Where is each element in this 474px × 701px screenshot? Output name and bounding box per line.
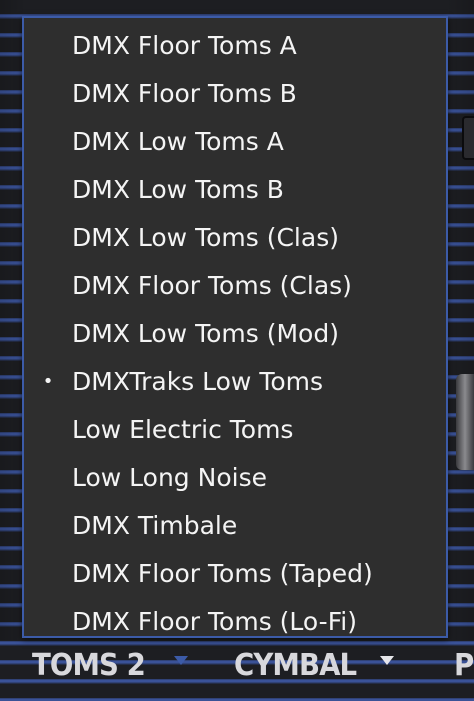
dropdown-menu-item[interactable]: DMX Floor Toms (Lo-Fi): [24, 598, 446, 646]
dropdown-menu-item-label: DMX Floor Toms B: [72, 79, 297, 108]
edge-knob[interactable]: [456, 374, 474, 470]
dropdown-menu-item-label: DMX Low Toms (Mod): [72, 319, 339, 348]
dropdown-menu-item-label: DMX Timbale: [72, 511, 238, 540]
dropdown-menu-item-label: DMX Floor Toms (Lo-Fi): [72, 607, 357, 636]
dropdown-menu-item[interactable]: Low Electric Toms: [24, 406, 446, 454]
dropdown-menu-item[interactable]: Low Long Noise: [24, 454, 446, 502]
dropdown-menu-item[interactable]: DMX Low Toms (Clas): [24, 214, 446, 262]
cymbal-dropdown-arrow-icon[interactable]: [380, 656, 394, 665]
partial-selector-label[interactable]: P: [454, 648, 474, 683]
dropdown-menu-item[interactable]: DMX Floor Toms B: [24, 70, 446, 118]
edge-button[interactable]: [462, 116, 474, 160]
dropdown-menu-item-label: DMX Low Toms (Clas): [72, 223, 339, 252]
dropdown-menu-item[interactable]: DMX Floor Toms (Taped): [24, 550, 446, 598]
sample-dropdown-menu: DMX Floor Toms A DMX Floor Toms B DMX Low …: [22, 16, 448, 638]
dropdown-menu-item[interactable]: • DMXTraks Low Toms: [24, 358, 446, 406]
dropdown-menu-item[interactable]: DMX Floor Toms (Clas): [24, 262, 446, 310]
toms2-selector-label[interactable]: TOMS 2: [32, 648, 146, 683]
dropdown-menu-item-label: DMXTraks Low Toms: [72, 367, 324, 396]
selected-bullet-icon: •: [42, 371, 54, 392]
dropdown-menu-item[interactable]: DMX Floor Toms A: [24, 22, 446, 70]
panel-shade-right: [446, 0, 474, 640]
dropdown-menu-item[interactable]: DMX Low Toms A: [24, 118, 446, 166]
dropdown-menu-item-label: DMX Floor Toms (Clas): [72, 271, 352, 300]
dropdown-menu-item-label: DMX Floor Toms (Taped): [72, 559, 373, 588]
dropdown-menu-item[interactable]: DMX Timbale: [24, 502, 446, 550]
toms2-dropdown-arrow-icon[interactable]: [174, 656, 188, 665]
dropdown-menu-item-label: Low Long Noise: [72, 463, 267, 492]
dropdown-menu-item-label: DMX Low Toms B: [72, 175, 284, 204]
cymbal-selector-label[interactable]: CYMBAL: [234, 648, 357, 683]
dropdown-menu-item[interactable]: DMX Low Toms (Mod): [24, 310, 446, 358]
dropdown-menu-item-label: Low Electric Toms: [72, 415, 294, 444]
dropdown-menu-item[interactable]: DMX Low Toms B: [24, 166, 446, 214]
dropdown-menu-item-label: DMX Floor Toms A: [72, 31, 297, 60]
dropdown-menu-item-label: DMX Low Toms A: [72, 127, 284, 156]
